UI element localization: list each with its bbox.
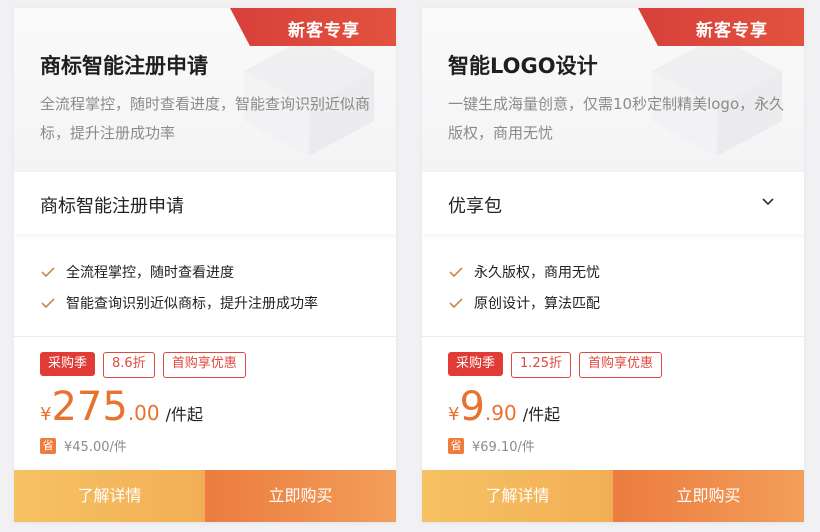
price-unit: /件起 [522, 405, 561, 424]
price: ¥9.90/件起 [448, 384, 560, 430]
price-integer: 9 [459, 384, 485, 430]
product-card-logo-design: 新客专享 智能LOGO设计 一键生成海量创意，仅需10秒定制精美logo，永久版… [422, 8, 804, 522]
promo-tag-discount: 8.6折 [103, 352, 155, 378]
feature-item: 永久版权，商用无忧 [448, 256, 600, 287]
package-select-value: 优享包 [448, 196, 502, 217]
action-buttons: 了解详情 立即购买 [14, 470, 396, 522]
promo-tags: 采购季 8.6折 首购享优惠 [40, 352, 246, 378]
price-decimal: .00 [127, 401, 160, 425]
card-description: 全流程掌控，随时查看进度，智能查询识别近似商标，提升注册成功率 [40, 95, 371, 142]
feature-item: 智能查询识别近似商标，提升注册成功率 [40, 287, 318, 318]
learn-more-button[interactable]: 了解详情 [422, 470, 613, 522]
check-icon [41, 266, 55, 277]
action-buttons: 了解详情 立即购买 [422, 470, 804, 522]
promo-tag-season: 采购季 [40, 352, 96, 376]
check-icon [41, 297, 55, 308]
buy-now-button[interactable]: 立即购买 [613, 470, 804, 522]
card-title: 智能LOGO设计 [448, 54, 598, 78]
promo-tags: 采购季 1.25折 首购享优惠 [448, 352, 662, 378]
savings-text: ¥69.10/件 [472, 440, 535, 455]
check-icon [449, 297, 463, 308]
price-currency: ¥ [40, 404, 52, 425]
package-select-value: 商标智能注册申请 [40, 196, 184, 217]
price: ¥275.00/件起 [40, 384, 203, 430]
price-integer: 275 [51, 384, 128, 430]
savings-text: ¥45.00/件 [64, 440, 127, 455]
promo-tag-season: 采购季 [448, 352, 504, 376]
price-unit: /件起 [165, 405, 204, 424]
feature-list: 永久版权，商用无忧 原创设计，算法匹配 [448, 256, 600, 318]
chevron-down-icon[interactable] [760, 194, 776, 210]
save-icon: 省 [448, 437, 464, 454]
price-decimal: .90 [484, 401, 517, 425]
divider [14, 336, 396, 337]
feature-list: 全流程掌控，随时查看进度 智能查询识别近似商标，提升注册成功率 [40, 256, 318, 318]
new-customer-badge: 新客专享 [638, 8, 804, 46]
promo-tag-first-purchase: 首购享优惠 [578, 352, 662, 378]
card-description: 一键生成海量创意，仅需10秒定制精美logo，永久版权，商用无忧 [448, 95, 785, 142]
package-select[interactable]: 优享包 [422, 172, 804, 234]
price-currency: ¥ [448, 404, 460, 425]
check-icon [449, 266, 463, 277]
new-customer-badge: 新客专享 [230, 8, 396, 46]
promo-tag-first-purchase: 首购享优惠 [162, 352, 246, 378]
buy-now-button[interactable]: 立即购买 [205, 470, 396, 522]
feature-item: 全流程掌控，随时查看进度 [40, 256, 318, 287]
learn-more-button[interactable]: 了解详情 [14, 470, 205, 522]
card-title: 商标智能注册申请 [40, 54, 208, 78]
save-icon: 省 [40, 437, 56, 454]
product-card-trademark: 新客专享 商标智能注册申请 全流程掌控，随时查看进度，智能查询识别近似商标，提升… [14, 8, 396, 522]
savings: 省 ¥45.00/件 [40, 436, 127, 455]
savings: 省 ¥69.10/件 [448, 436, 535, 455]
feature-item: 原创设计，算法匹配 [448, 287, 600, 318]
promo-tag-discount: 1.25折 [511, 352, 571, 378]
divider [422, 336, 804, 337]
package-select[interactable]: 商标智能注册申请 [14, 172, 396, 234]
